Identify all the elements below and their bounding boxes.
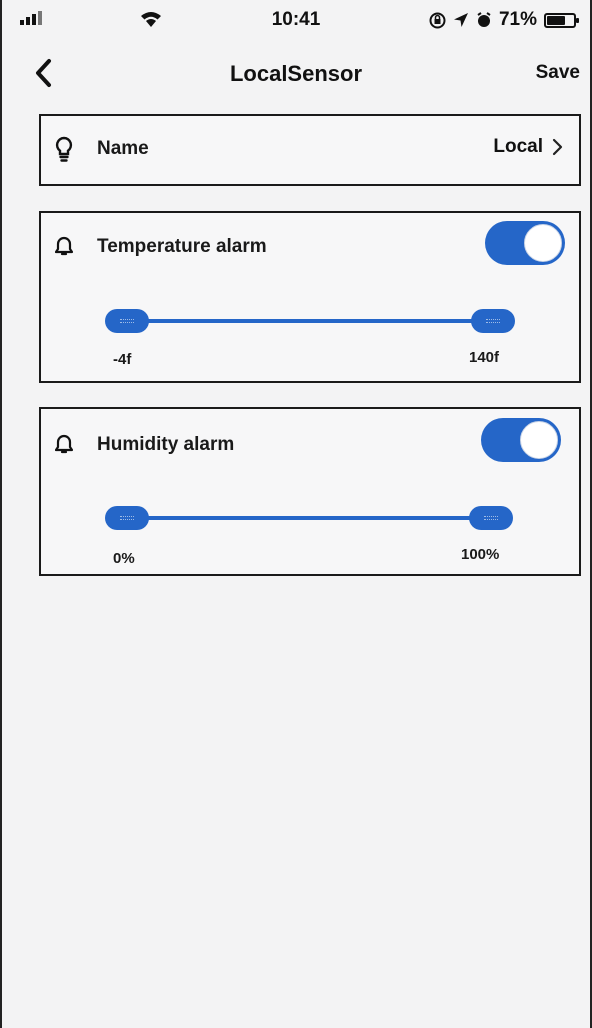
temperature-alarm-label: Temperature alarm <box>97 236 267 257</box>
temperature-range-slider[interactable] <box>105 308 515 334</box>
bell-icon <box>55 236 73 256</box>
bell-icon <box>55 434 73 454</box>
humidity-alarm-card: Humidity alarm 0% 100% <box>39 407 581 576</box>
temperature-max-label: 140f <box>469 349 500 366</box>
save-button[interactable]: Save <box>536 62 580 84</box>
battery-percent: 71% <box>498 9 537 30</box>
status-bar: 10:41 71% <box>2 0 590 40</box>
battery-icon <box>544 12 579 28</box>
slider-track <box>125 319 495 323</box>
lock-rotation-icon <box>429 12 446 28</box>
status-right-group: 71% <box>429 9 579 31</box>
humidity-max-label: 100% <box>461 546 500 563</box>
name-value-link[interactable]: Local <box>493 136 563 158</box>
humidity-min-label: 0% <box>113 550 135 567</box>
temperature-alarm-toggle[interactable] <box>485 221 565 265</box>
temperature-alarm-card: Temperature alarm -4f 140f <box>39 211 581 383</box>
page-title: LocalSensor <box>229 61 363 86</box>
temperature-min-label: -4f <box>113 351 132 368</box>
toggle-knob <box>520 421 558 459</box>
toggle-knob <box>524 224 562 262</box>
name-row[interactable]: Name Local <box>39 114 581 186</box>
humidity-max-thumb[interactable] <box>469 506 513 530</box>
temperature-min-thumb[interactable] <box>105 309 149 333</box>
name-label: Name <box>97 138 149 159</box>
chevron-right-icon <box>552 138 563 156</box>
alarm-icon <box>477 12 491 27</box>
temperature-max-thumb[interactable] <box>471 309 515 333</box>
name-value: Local <box>493 136 543 157</box>
slider-track <box>125 516 493 520</box>
humidity-alarm-toggle[interactable] <box>481 418 561 462</box>
lightbulb-icon <box>55 136 73 162</box>
humidity-range-slider[interactable] <box>105 505 513 531</box>
app-screen: 10:41 71% LocalSensor Save Name Local Te… <box>0 0 592 1028</box>
humidity-alarm-label: Humidity alarm <box>97 434 235 455</box>
navigation-bar: LocalSensor Save <box>2 50 590 100</box>
location-icon <box>453 13 468 27</box>
humidity-min-thumb[interactable] <box>105 506 149 530</box>
